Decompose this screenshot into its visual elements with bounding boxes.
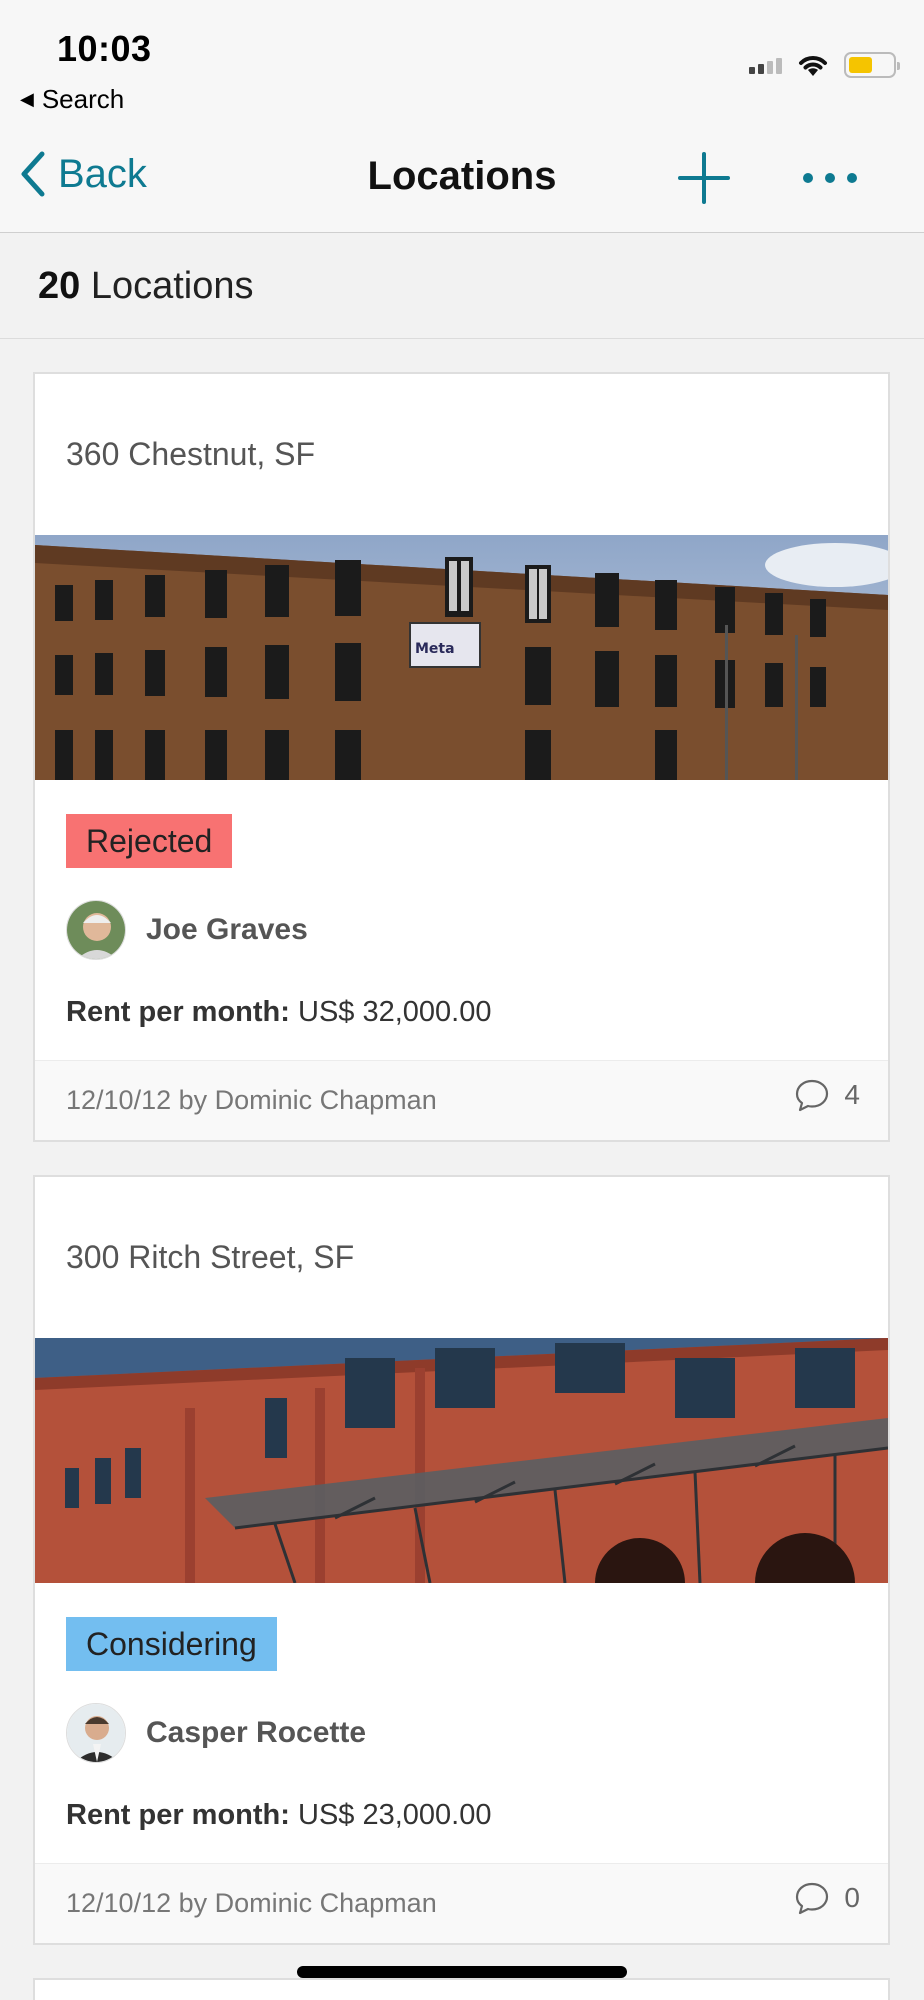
location-photo: Meta [35, 535, 888, 780]
created-meta: 12/10/12 by Dominic Chapman [66, 1085, 437, 1115]
locations-count: 20 Locations [38, 265, 254, 308]
avatar [66, 900, 126, 960]
cellular-signal-icon [749, 56, 782, 74]
location-card[interactable]: 300 Ritch Street, SF Considering Casper … [33, 1175, 890, 1945]
location-owner[interactable]: Joe Graves [66, 900, 308, 960]
location-title[interactable]: 360 Chestnut, SF [66, 436, 315, 473]
building-sign-text: Meta [415, 641, 455, 657]
comments-button[interactable]: 0 [794, 1880, 860, 1916]
comment-bubble-icon [796, 1079, 829, 1112]
status-time: 10:03 [57, 28, 152, 69]
location-owner[interactable]: Casper Rocette [66, 1703, 366, 1763]
status-badge: Considering [66, 1617, 277, 1671]
status-back-to-search[interactable]: ◀ Search [20, 84, 124, 115]
owner-name: Casper Rocette [146, 1716, 367, 1749]
rent-value: US$ 32,000.00 [298, 996, 492, 1028]
location-card[interactable]: 360 Chestnut, SF Meta Rejected Joe Grave… [33, 372, 890, 1142]
avatar [66, 1703, 126, 1763]
plus-icon [678, 152, 730, 204]
status-badge: Rejected [66, 814, 233, 868]
wifi-icon [799, 56, 827, 76]
card-footer: 12/10/12 by Dominic Chapman 4 [35, 1060, 888, 1140]
rent-label: Rent per month: [66, 1799, 290, 1831]
count-label: Locations [90, 265, 254, 307]
location-photo [35, 1338, 888, 1583]
rent-per-month: Rent per month: US$ 32,000.00 [66, 996, 491, 1029]
more-options-button[interactable] [800, 160, 860, 196]
location-card[interactable] [33, 1978, 890, 2000]
locations-count-header: 20 Locations [0, 233, 924, 339]
chevron-left-icon [21, 151, 45, 197]
battery-icon [844, 52, 900, 78]
comment-count: 4 [844, 1079, 860, 1110]
home-indicator[interactable] [297, 1966, 627, 1978]
location-title[interactable]: 300 Ritch Street, SF [66, 1239, 354, 1276]
owner-name: Joe Graves [146, 913, 308, 946]
status-icons [749, 52, 900, 78]
count-number: 20 [38, 265, 81, 307]
status-bar: 10:03 ◀ Search [0, 0, 924, 130]
rent-value: US$ 23,000.00 [298, 1799, 492, 1831]
rent-label: Rent per month: [66, 996, 290, 1028]
card-footer: 12/10/12 by Dominic Chapman 0 [35, 1863, 888, 1943]
comment-count: 0 [844, 1882, 860, 1913]
status-back-label: Search [41, 84, 125, 114]
back-label: Back [58, 151, 147, 196]
comments-button[interactable]: 4 [794, 1077, 860, 1113]
ellipsis-icon [803, 173, 857, 183]
comment-bubble-icon [796, 1882, 829, 1915]
add-location-button[interactable] [676, 150, 732, 206]
created-meta: 12/10/12 by Dominic Chapman [66, 1888, 437, 1918]
back-button[interactable]: Back [18, 150, 147, 198]
rent-per-month: Rent per month: US$ 23,000.00 [66, 1799, 491, 1832]
back-triangle-icon: ◀ [20, 89, 34, 109]
navigation-bar: Back Locations [0, 130, 924, 233]
